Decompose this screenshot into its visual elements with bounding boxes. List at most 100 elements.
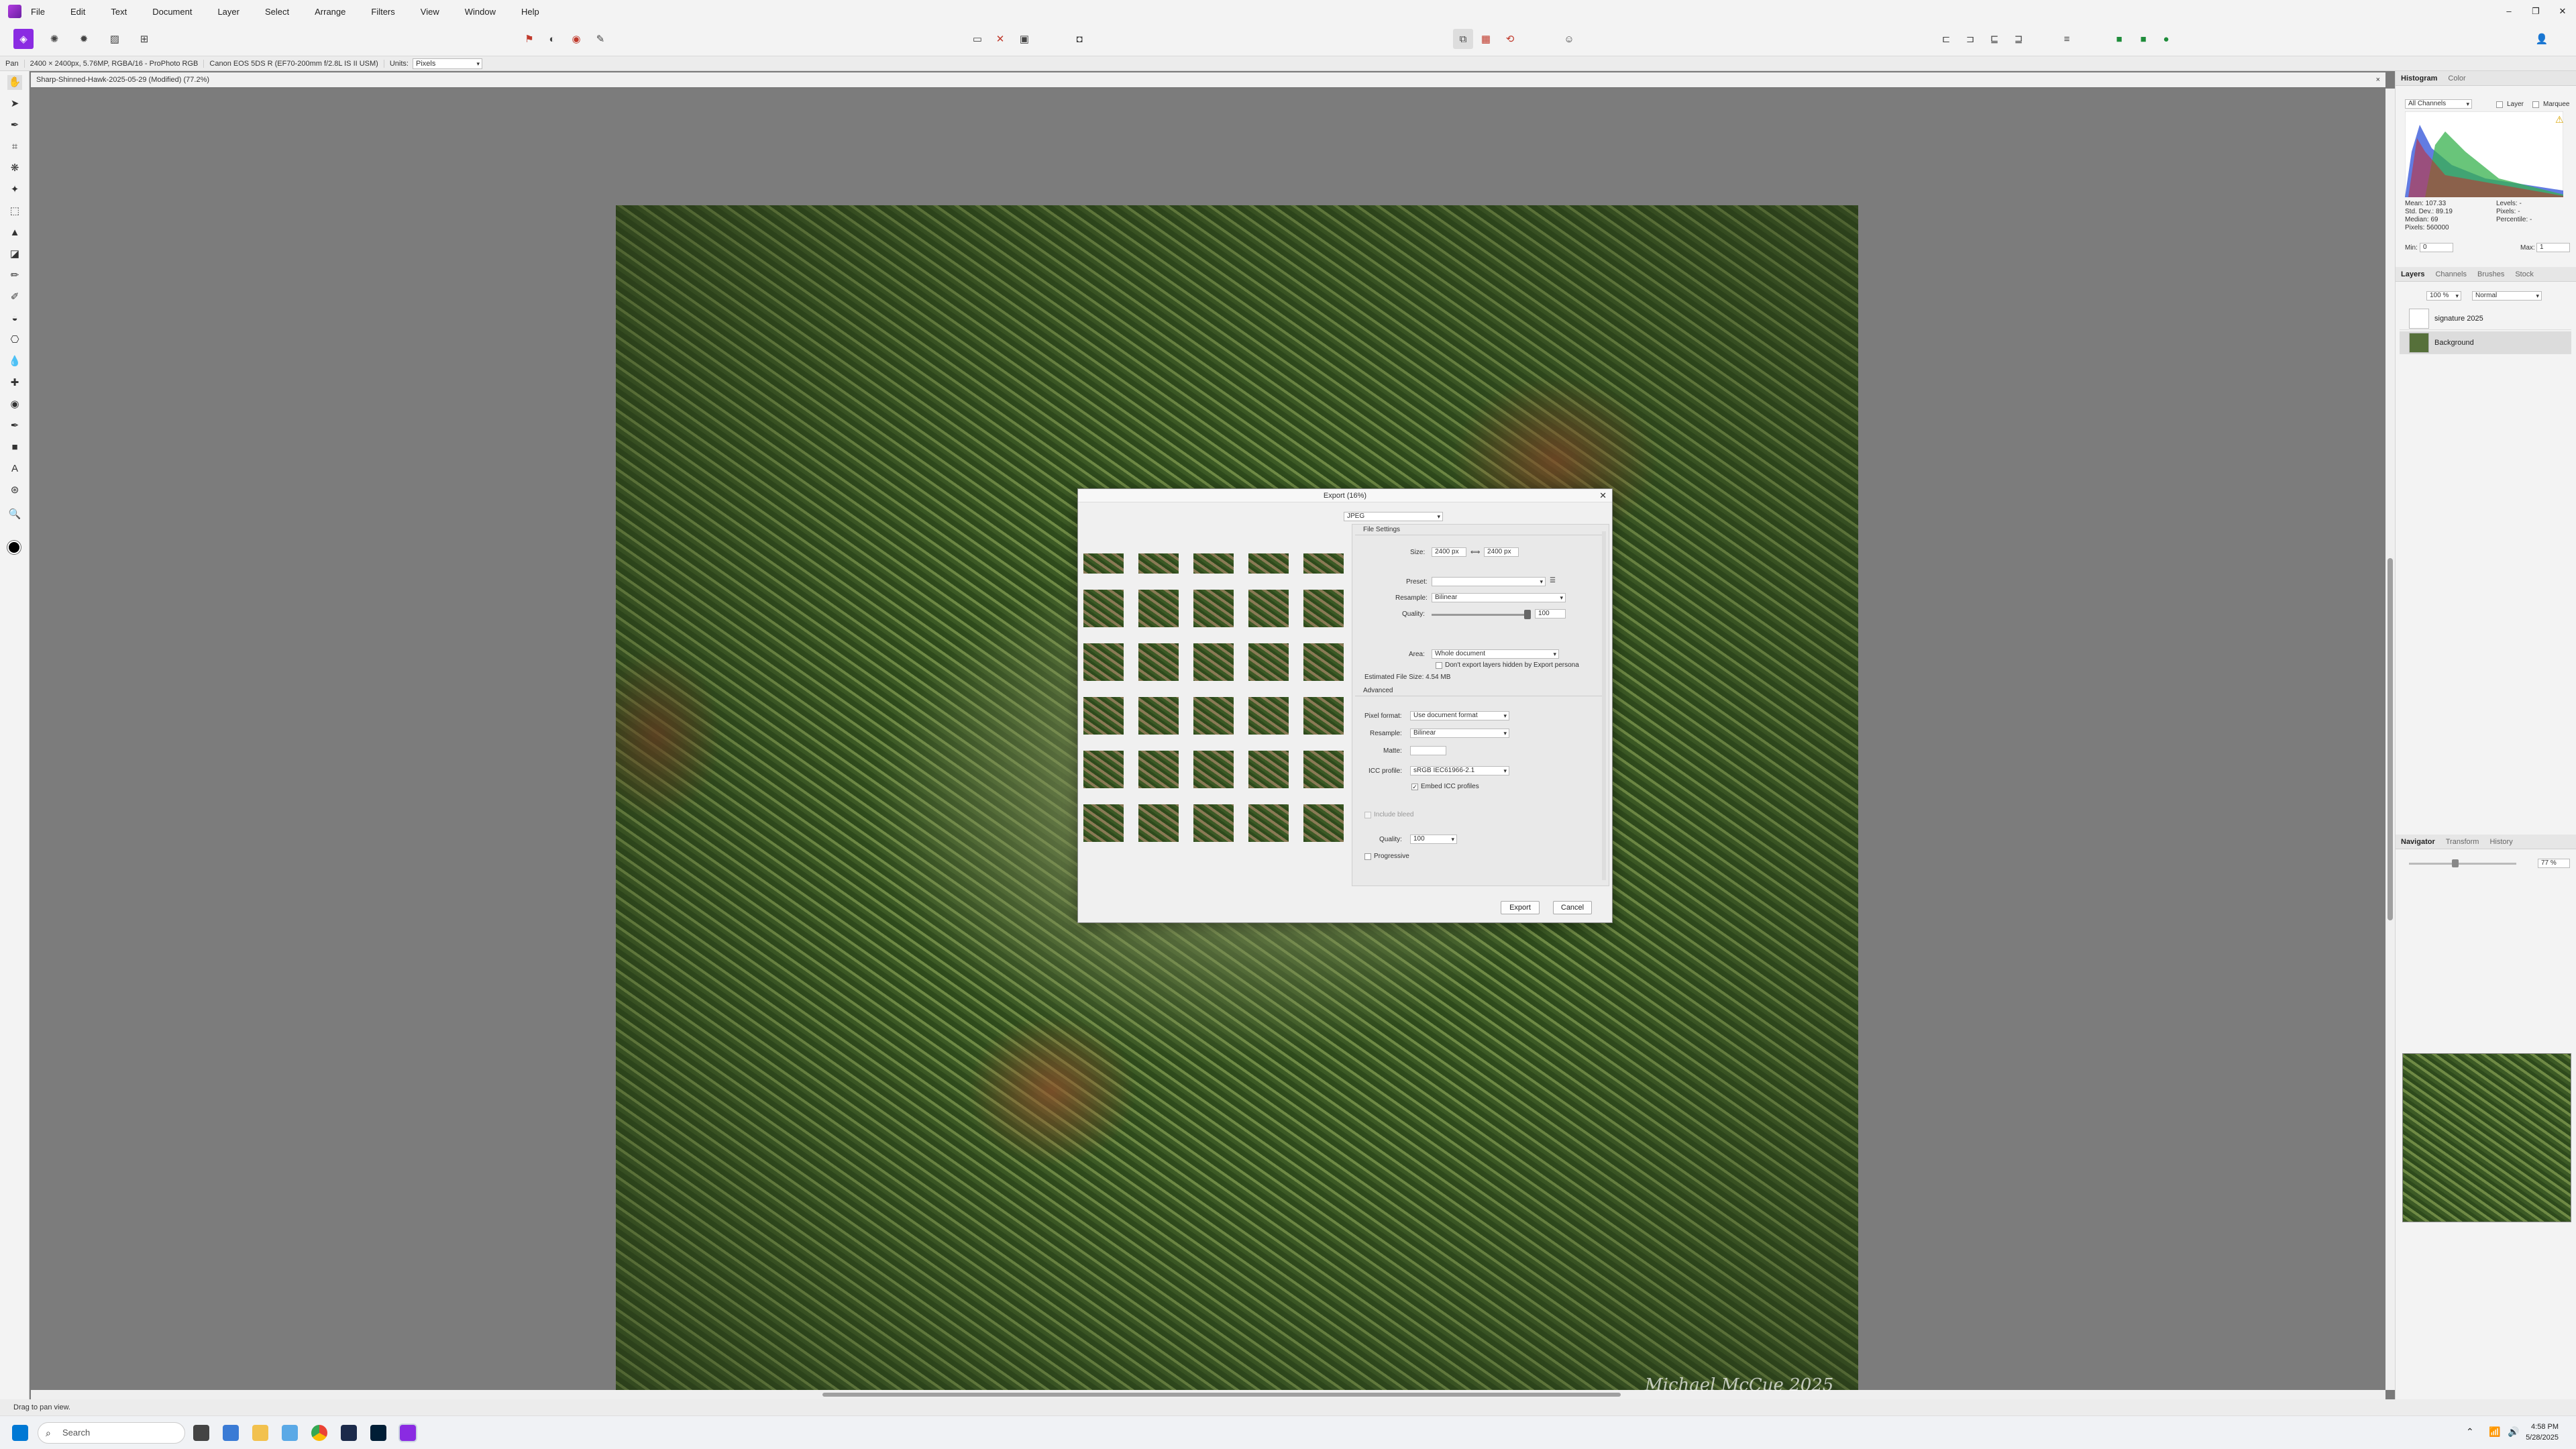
quality-slider[interactable] (1432, 614, 1528, 616)
mesh-warp-icon[interactable]: ⊛ (7, 483, 22, 498)
layer-checkbox[interactable] (2496, 101, 2503, 108)
menu-view[interactable]: View (421, 7, 439, 17)
preset-dropdown[interactable] (1432, 577, 1546, 586)
healing-brush-icon[interactable]: ✚ (7, 376, 22, 390)
matte-swatch[interactable] (1410, 746, 1446, 755)
tab-color[interactable]: Color (2443, 74, 2471, 83)
minimize-icon[interactable]: – (2496, 0, 2522, 23)
progressive-checkbox[interactable] (1364, 853, 1371, 860)
tray-chevron-icon[interactable]: ⌃ (2466, 1426, 2474, 1438)
resample-dropdown[interactable]: Bilinear (1432, 593, 1566, 602)
maximize-icon[interactable]: ❐ (2522, 0, 2549, 23)
publish-icon[interactable]: ■ (2133, 29, 2153, 49)
preset-menu-icon[interactable]: ☰ (1550, 577, 1556, 584)
selection-brush-icon[interactable]: ❋ (7, 161, 22, 176)
resample-advanced-dropdown[interactable]: Bilinear (1410, 729, 1509, 738)
align-center-icon[interactable]: ⊐ (1960, 29, 1980, 49)
export-button[interactable]: Export (1501, 901, 1540, 914)
overlay-icon[interactable]: ▦ (1476, 29, 1496, 49)
invert-selection-icon[interactable]: ▣ (1014, 29, 1034, 49)
tab-channels[interactable]: Channels (2430, 270, 2471, 278)
emoji-icon[interactable]: ☺ (1559, 29, 1579, 49)
file-explorer-icon[interactable] (252, 1425, 268, 1441)
menu-edit[interactable]: Edit (70, 7, 85, 17)
marquee-checkbox[interactable] (2532, 101, 2539, 108)
crop-tool-icon[interactable]: ⌗ (7, 140, 22, 154)
photos-icon[interactable] (282, 1425, 298, 1441)
tab-transform[interactable]: Transform (2440, 838, 2485, 846)
photo-persona-icon[interactable]: ◈ (13, 29, 34, 49)
distribute-icon[interactable]: ⊒ (2008, 29, 2029, 49)
tab-stock[interactable]: Stock (2510, 270, 2539, 278)
format-dropdown[interactable]: JPEG (1344, 512, 1443, 521)
share-icon[interactable]: ■ (2109, 29, 2129, 49)
width-input[interactable]: 2400 px (1432, 547, 1466, 557)
max-input[interactable]: 1 (2536, 243, 2570, 252)
red-eye-icon[interactable]: ◉ (7, 397, 22, 412)
settings-scrollbar[interactable] (1602, 531, 1606, 880)
include-bleed-checkbox[interactable] (1364, 812, 1371, 818)
color-picker-tool-icon[interactable]: ✒ (7, 118, 22, 133)
pen-tool-icon[interactable]: ✒ (7, 419, 22, 433)
horizontal-scroll-thumb[interactable] (822, 1393, 1621, 1397)
auto-color-icon[interactable]: ◉ (566, 29, 586, 49)
navigator-thumbnail[interactable] (2402, 1053, 2571, 1222)
shape-tool-icon[interactable]: ■ (7, 440, 22, 455)
flood-select-icon[interactable]: ✦ (7, 182, 22, 197)
layer-row[interactable]: signature 2025 (2400, 307, 2571, 330)
advanced-section[interactable]: Advanced (1355, 687, 1605, 696)
close-document-icon[interactable]: × (2376, 72, 2380, 87)
tab-brushes[interactable]: Brushes (2472, 270, 2510, 278)
menu-document[interactable]: Document (152, 7, 192, 17)
auto-levels-icon[interactable]: ◐ (542, 29, 562, 49)
snapping-icon[interactable]: ⧉ (1453, 29, 1473, 49)
view-tool-icon[interactable]: ✋ (7, 75, 22, 90)
paint-brush-icon[interactable]: ✏ (7, 268, 22, 283)
tab-histogram[interactable]: Histogram (2396, 74, 2443, 83)
marquee-tool-icon[interactable]: ⬚ (7, 204, 22, 219)
menu-text[interactable]: Text (111, 7, 127, 17)
min-input[interactable]: 0 (2420, 243, 2453, 252)
zoom-tool-icon[interactable]: 🔍 (7, 507, 22, 522)
tab-navigator[interactable]: Navigator (2396, 838, 2440, 846)
embed-icc-checkbox[interactable]: ✓ (1411, 784, 1418, 790)
vertical-scrollbar[interactable] (2385, 89, 2395, 1390)
chrome-icon[interactable] (311, 1425, 327, 1441)
quality-input[interactable]: 100 (1535, 609, 1566, 619)
taskbar-search[interactable]: Search (38, 1422, 185, 1444)
account-icon[interactable]: 👤 (2532, 29, 2552, 49)
move-tool-icon[interactable]: ➤ (7, 97, 22, 111)
area-dropdown[interactable]: Whole document (1432, 649, 1559, 659)
photoshop-icon[interactable] (370, 1425, 386, 1441)
menu-select[interactable]: Select (265, 7, 289, 17)
link-icon[interactable]: ⟺ (1470, 549, 1480, 556)
widgets-icon[interactable] (223, 1425, 239, 1441)
menu-file[interactable]: File (31, 7, 45, 17)
layer-row[interactable]: Background (2400, 331, 2571, 354)
cancel-button[interactable]: Cancel (1553, 901, 1592, 914)
vertical-scroll-thumb[interactable] (2387, 558, 2393, 920)
icc-profile-dropdown[interactable]: sRGB IEC61966-2.1 (1410, 766, 1509, 775)
quick-mask-icon[interactable]: ◘ (1069, 29, 1089, 49)
task-view-icon[interactable] (193, 1425, 209, 1441)
tone-mapping-persona-icon[interactable]: ▨ (105, 29, 125, 49)
auto-contrast-icon[interactable]: ✎ (590, 29, 610, 49)
tab-layers[interactable]: Layers (2396, 270, 2430, 278)
menu-layer[interactable]: Layer (217, 7, 239, 17)
sync-icon[interactable]: ● (2156, 29, 2176, 49)
channel-dropdown[interactable]: All Channels (2405, 99, 2472, 109)
menu-window[interactable]: Window (465, 7, 496, 17)
flood-fill-icon[interactable]: ▲ (7, 225, 22, 240)
units-dropdown[interactable]: Pixels (412, 58, 482, 69)
volume-icon[interactable]: 🔊 (2508, 1426, 2519, 1438)
opacity-field[interactable]: 100 % (2426, 291, 2461, 301)
clock[interactable]: 4:58 PM 5/28/2025 (2526, 1421, 2559, 1443)
export-persona-icon[interactable]: ⊞ (134, 29, 154, 49)
flag-icon[interactable]: ⚑ (519, 29, 539, 49)
clone-brush-icon[interactable]: ⎔ (7, 333, 22, 347)
affinity-photo-icon[interactable] (400, 1425, 416, 1441)
horizontal-scrollbar[interactable] (31, 1390, 2385, 1399)
zoom-value[interactable]: 77 % (2538, 859, 2570, 868)
deselect-icon[interactable]: ✕ (990, 29, 1010, 49)
blur-brush-icon[interactable]: 💧 (7, 354, 22, 369)
